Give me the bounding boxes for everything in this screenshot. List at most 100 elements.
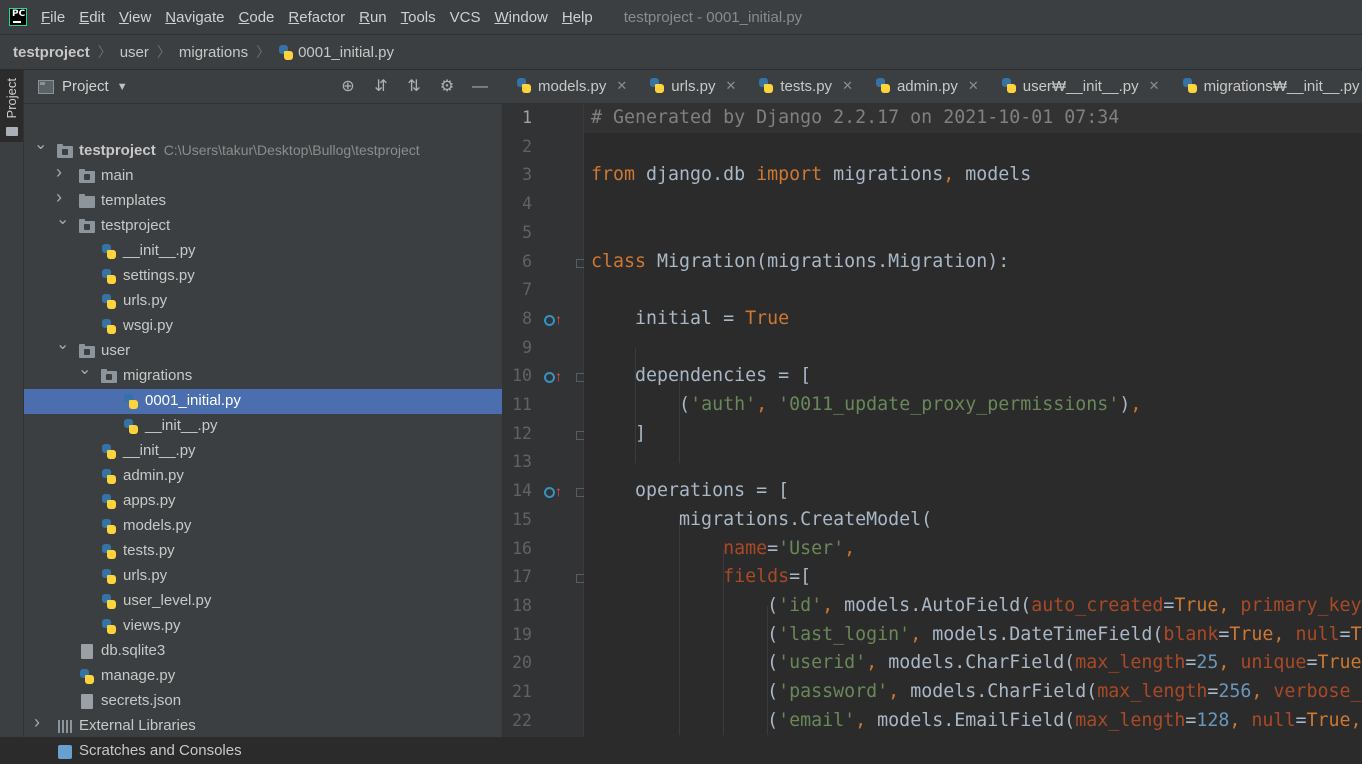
override-marker-icon[interactable]: ↑ — [544, 368, 564, 385]
code-line[interactable] — [584, 334, 1362, 363]
editor-tab[interactable]: migrations₩__init__.py✕ — [1168, 69, 1362, 103]
tree-item[interactable]: Scratches and Consoles — [24, 739, 502, 764]
code-token: 25 — [1196, 652, 1219, 674]
chevron-down-icon[interactable]: ▼ — [117, 81, 128, 93]
chevron-down-icon[interactable]: ⌄ — [78, 362, 91, 378]
menu-vcs[interactable]: VCS — [450, 9, 481, 26]
code-text: fields=[ — [591, 566, 811, 587]
tree-item[interactable]: 0001_initial.py — [24, 389, 502, 414]
override-marker-icon[interactable]: ↑ — [544, 483, 564, 500]
code-line[interactable] — [584, 133, 1362, 162]
code-line[interactable] — [584, 219, 1362, 248]
code-line[interactable] — [584, 190, 1362, 219]
code-line[interactable]: ] — [584, 420, 1362, 449]
chevron-right-icon[interactable]: › — [56, 188, 68, 206]
tree-item[interactable]: __init__.py — [24, 439, 502, 464]
menu-help[interactable]: Help — [562, 9, 593, 26]
menu-tools[interactable]: Tools — [401, 9, 436, 26]
code-line[interactable]: class Migration(migrations.Migration): — [584, 248, 1362, 277]
code-line[interactable] — [584, 276, 1362, 305]
gear-icon[interactable]: ⚙ — [436, 76, 458, 98]
breadcrumb-migrations[interactable]: migrations — [179, 44, 248, 61]
breadcrumb-project[interactable]: testproject — [13, 44, 90, 61]
tree-item[interactable]: __init__.py — [24, 414, 502, 439]
code-line[interactable]: ('email', models.EmailField(max_length=1… — [584, 707, 1362, 736]
menu-window[interactable]: Window — [495, 9, 548, 26]
tree-item[interactable]: › templates — [24, 188, 502, 214]
code-line[interactable]: ('password', models.CharField(max_length… — [584, 678, 1362, 707]
code-line[interactable]: name='User', — [584, 535, 1362, 564]
project-panel-title[interactable]: Project — [62, 78, 109, 95]
chevron-down-icon[interactable]: ⌄ — [56, 337, 69, 353]
tree-item[interactable]: views.py — [24, 614, 502, 639]
menu-file[interactable]: File — [41, 9, 65, 26]
code-line[interactable]: ('userid', models.CharField(max_length=2… — [584, 649, 1362, 678]
chevron-right-icon[interactable]: › — [34, 713, 46, 731]
code-token: , — [1251, 681, 1274, 702]
tree-item[interactable]: urls.py — [24, 289, 502, 314]
tree-item[interactable]: admin.py — [24, 464, 502, 489]
tree-item[interactable]: apps.py — [24, 489, 502, 514]
editor-tab[interactable]: user₩__init__.py ✕ — [987, 69, 1168, 103]
code-line[interactable]: dependencies = [ — [584, 362, 1362, 391]
menu-navigate[interactable]: Navigate — [165, 9, 224, 26]
code-line[interactable]: # Generated by Django 2.2.17 on 2021-10-… — [584, 104, 1362, 133]
tree-item[interactable]: tests.py — [24, 539, 502, 564]
expand-all-icon[interactable]: ⇵ — [370, 76, 392, 98]
close-icon[interactable]: ✕ — [616, 78, 627, 94]
chevron-right-icon[interactable]: › — [56, 163, 68, 181]
tree-item[interactable]: urls.py — [24, 564, 502, 589]
menu-view[interactable]: View — [119, 9, 151, 26]
project-tool-label: Project — [4, 78, 19, 119]
close-icon[interactable]: ✕ — [1149, 78, 1160, 94]
tree-item[interactable]: settings.py — [24, 264, 502, 289]
code-token: models.CharField( — [910, 681, 1098, 702]
tree-item[interactable]: secrets.json — [24, 689, 502, 714]
code-line[interactable]: initial = True — [584, 305, 1362, 334]
editor-tab[interactable]: urls.py ✕ — [635, 69, 744, 103]
tree-item[interactable]: db.sqlite3 — [24, 639, 502, 664]
tree-item[interactable]: ⌄ testproject — [24, 212, 502, 239]
tree-item[interactable]: models.py — [24, 514, 502, 539]
close-icon[interactable]: ✕ — [842, 78, 853, 94]
menu-refactor[interactable]: Refactor — [288, 9, 345, 26]
code-line[interactable]: ('id', models.AutoField(auto_created=Tru… — [584, 592, 1362, 621]
code-line[interactable]: fields=[ — [584, 563, 1362, 592]
menu-edit[interactable]: Edit — [79, 9, 105, 26]
tree-item[interactable]: ⌄ testproject C:\Users\takur\Desktop\Bullo… — [24, 137, 502, 164]
code-line[interactable]: operations = [ — [584, 477, 1362, 506]
editor-tab[interactable]: tests.py ✕ — [744, 69, 861, 103]
code-line[interactable]: ('auth', '0011_update_proxy_permissions'… — [584, 391, 1362, 420]
code-line[interactable]: ('last_login', models.DateTimeField(blan… — [584, 621, 1362, 650]
chevron-down-icon[interactable]: ⌄ — [56, 212, 69, 228]
code-line[interactable]: from django.db import migrations, models — [584, 161, 1362, 190]
tree-item[interactable]: __init__.py — [24, 239, 502, 264]
tree-item-label: __init__.py — [145, 417, 218, 434]
minimize-icon[interactable]: — — [469, 76, 491, 98]
close-icon[interactable]: ✕ — [725, 78, 736, 94]
tree-item[interactable]: user_level.py — [24, 589, 502, 614]
breadcrumb-file[interactable]: 0001_initial.py — [298, 44, 394, 61]
chevron-down-icon[interactable]: ⌄ — [34, 137, 47, 153]
editor-tab[interactable]: admin.py ✕ — [861, 69, 987, 103]
tree-item[interactable]: ⌄ user — [24, 337, 502, 364]
tree-item[interactable]: ⌄ migrations — [24, 362, 502, 389]
menu-run[interactable]: Run — [359, 9, 387, 26]
code-line[interactable] — [584, 448, 1362, 477]
tree-item[interactable]: › main — [24, 163, 502, 189]
editor-tab[interactable]: models.py ✕ — [502, 69, 635, 103]
override-marker-icon[interactable]: ↑ — [544, 311, 564, 328]
menu-code[interactable]: Code — [239, 9, 275, 26]
tree-item[interactable]: manage.py — [24, 664, 502, 689]
project-tool-button[interactable]: Project — [0, 70, 23, 142]
code-line[interactable]: migrations.CreateModel( — [584, 506, 1362, 535]
tree-item[interactable]: › External Libraries — [24, 713, 502, 739]
close-icon[interactable]: ✕ — [968, 78, 979, 94]
python-file-icon — [101, 444, 117, 459]
tree-item[interactable]: wsgi.py — [24, 314, 502, 339]
locate-icon[interactable]: ⊕ — [337, 76, 359, 98]
collapse-all-icon[interactable]: ⇅ — [403, 76, 425, 98]
tree-item-label: __init__.py — [123, 242, 196, 259]
breadcrumb-user[interactable]: user — [120, 44, 149, 61]
code-editor[interactable]: # Generated by Django 2.2.17 on 2021-10-… — [584, 104, 1362, 737]
